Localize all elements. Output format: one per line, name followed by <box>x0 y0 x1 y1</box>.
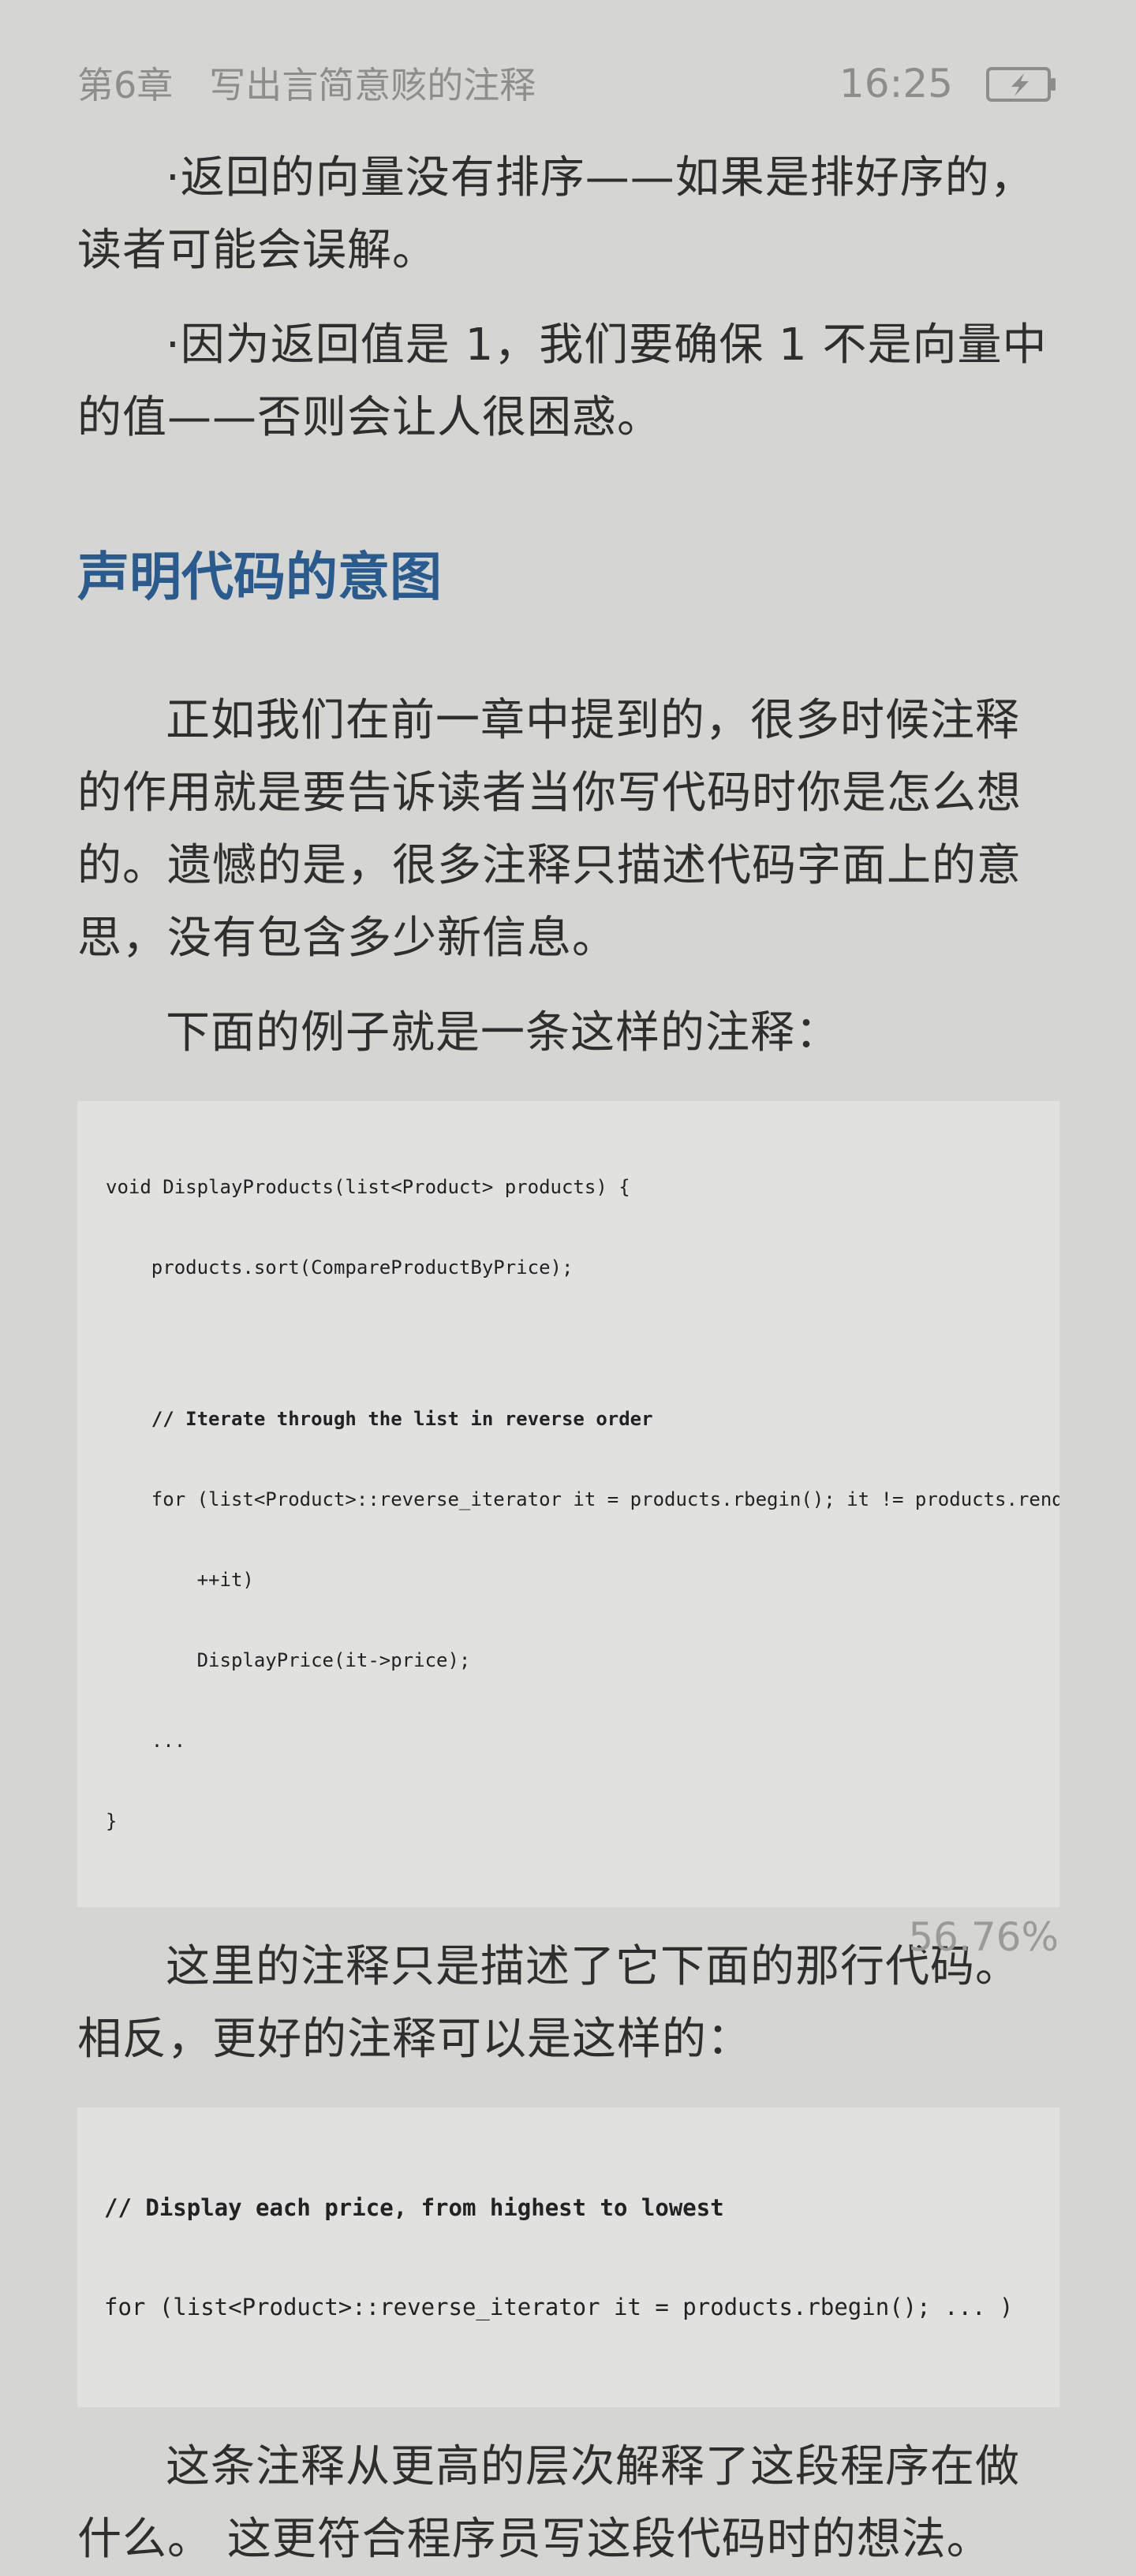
code-line: } <box>106 1810 118 1832</box>
reader-content: ·返回的向量没有排序——如果是排好序的，读者可能会误解。 ·因为返回值是 1，我… <box>77 142 1059 2576</box>
code-line: ... <box>106 1730 186 1752</box>
clock: 16:25 <box>839 61 953 106</box>
section-heading: 声明代码的意图 <box>77 547 442 607</box>
code-line: for (list<Product>::reverse_iterator it … <box>106 1488 1059 1510</box>
code-comment: // Display each price, from highest to l… <box>104 2194 724 2221</box>
status-bar: 第6章 写出言简意赅的注释 16:25 <box>0 0 1136 126</box>
code-comment: // Iterate through the list in reverse o… <box>106 1408 653 1430</box>
battery-charging-icon <box>986 67 1056 102</box>
paragraph-intent-intro: 正如我们在前一章中提到的，很多时候注释的作用就是要告诉读者当你写代码时你是怎么想… <box>77 695 1022 964</box>
code-line: ++it) <box>106 1569 254 1591</box>
paragraph-unsorted-vector: ·返回的向量没有排序——如果是排好序的，读者可能会误解。 <box>77 152 1035 276</box>
paragraph-example-intro: 下面的例子就是一条这样的注释： <box>166 1007 840 1058</box>
reading-progress: 56.76% <box>908 1914 1059 1960</box>
chapter-title: 第6章 写出言简意赅的注释 <box>77 64 536 106</box>
code-line: void DisplayProducts(list<Product> produ… <box>106 1176 630 1198</box>
code-line: DisplayPrice(it->price); <box>106 1649 471 1671</box>
paragraph-return-value: ·因为返回值是 1，我们要确保 1 不是向量中的值——否则会让人很困惑。 <box>77 319 1048 443</box>
code-block-display-products: void DisplayProducts(list<Product> produ… <box>77 1101 1059 1907</box>
code-block-better-comment: // Display each price, from highest to l… <box>77 2107 1059 2407</box>
paragraph-higher-level: 这条注释从更高的层次解释了这段程序在做什么。 这更符合程序员写这段代码时的想法。 <box>77 2441 1020 2565</box>
code-line: for (list<Product>::reverse_iterator it … <box>104 2294 1014 2320</box>
code-line: products.sort(CompareProductByPrice); <box>106 1256 574 1279</box>
